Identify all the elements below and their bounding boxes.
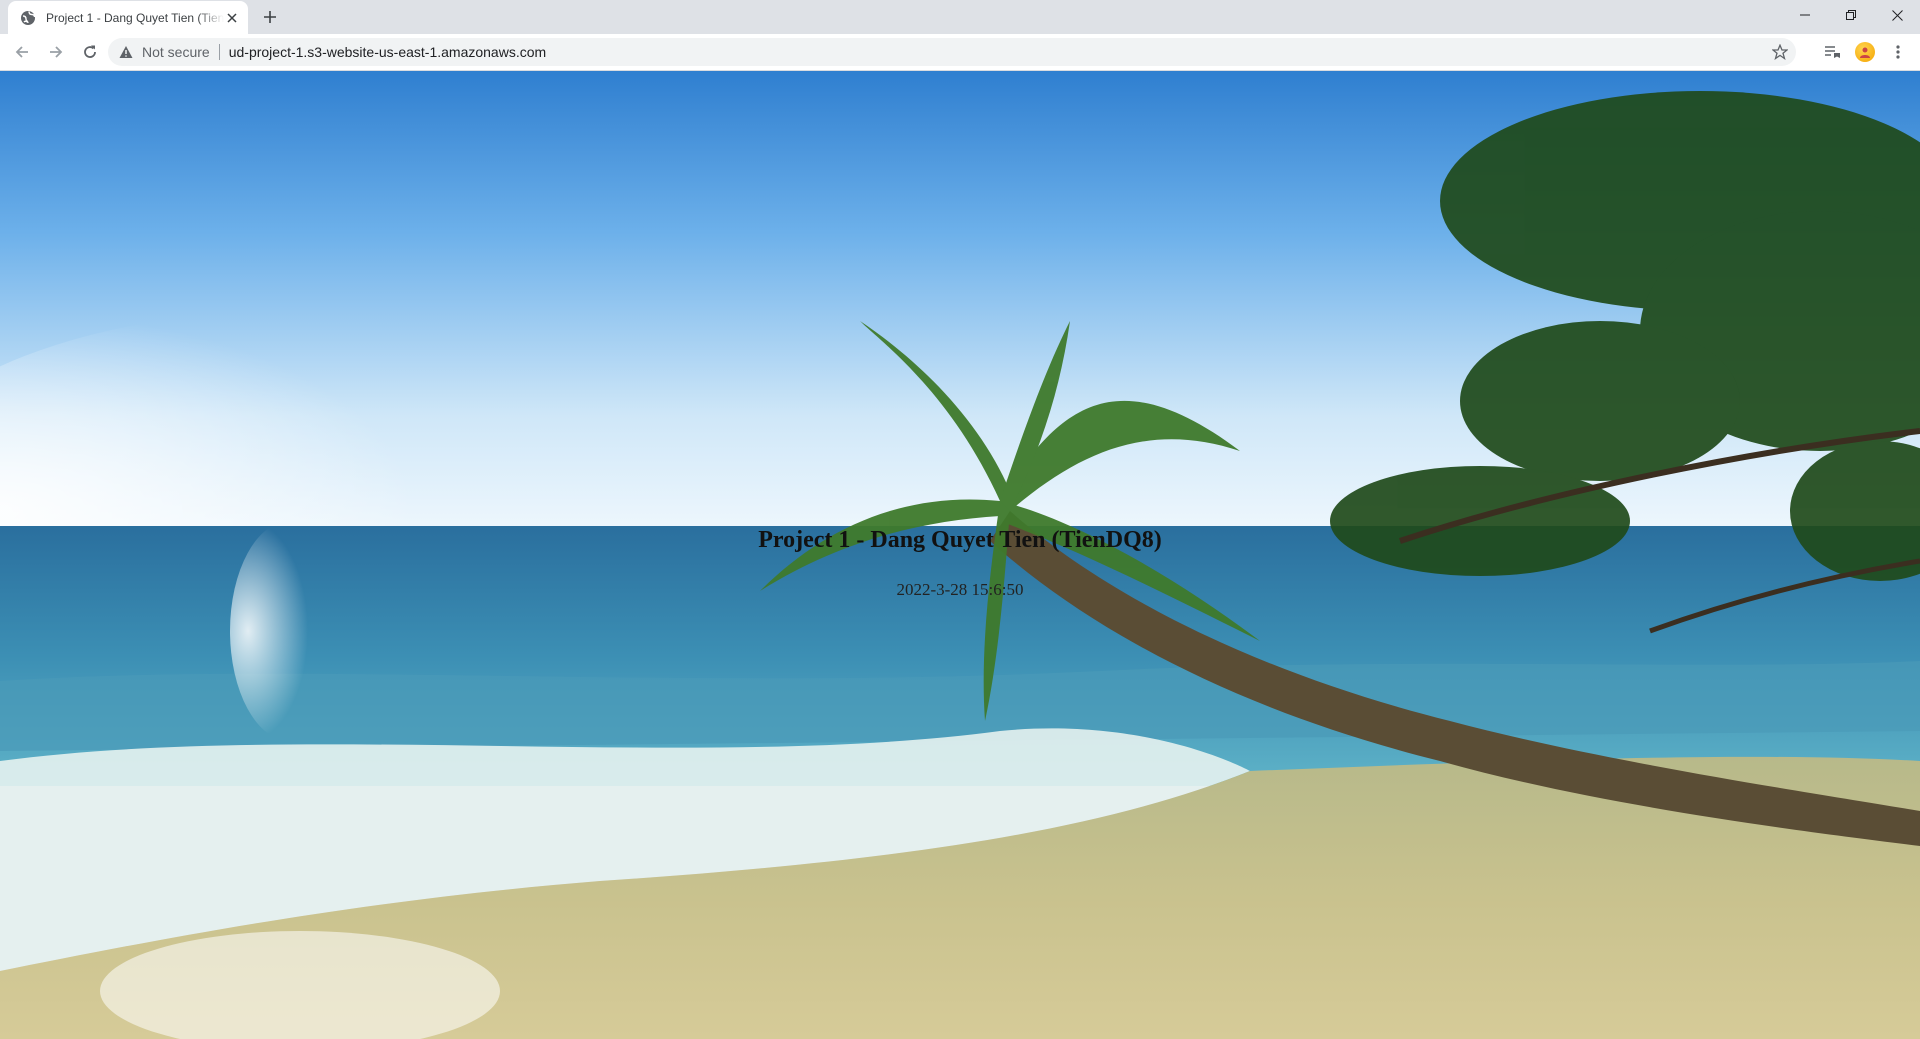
globe-icon bbox=[20, 10, 36, 26]
security-label[interactable]: Not secure bbox=[142, 44, 210, 60]
warning-icon[interactable] bbox=[118, 44, 134, 60]
tab-strip: Project 1 - Dang Quyet Tien (Tien bbox=[0, 0, 1920, 34]
page-title: Project 1 - Dang Quyet Tien (TienDQ8) bbox=[758, 527, 1162, 553]
forward-icon[interactable] bbox=[42, 38, 70, 66]
avatar bbox=[1855, 42, 1875, 62]
reading-list-icon[interactable] bbox=[1818, 38, 1846, 66]
reload-icon[interactable] bbox=[76, 38, 104, 66]
page-date: 2022-3-28 15:6:50 bbox=[896, 580, 1024, 599]
profile-icon[interactable] bbox=[1851, 38, 1879, 66]
back-icon[interactable] bbox=[8, 38, 36, 66]
star-icon[interactable] bbox=[1770, 42, 1790, 62]
url-text[interactable]: ud-project-1.s3-website-us-east-1.amazon… bbox=[229, 44, 546, 60]
minimize-icon[interactable] bbox=[1782, 0, 1828, 30]
page-viewport: Project 1 - Dang Quyet Tien (TienDQ8) 20… bbox=[0, 71, 1920, 1039]
address-bar[interactable]: Not secure ud-project-1.s3-website-us-ea… bbox=[108, 38, 1796, 66]
close-icon[interactable] bbox=[224, 10, 240, 26]
kebab-menu-icon[interactable] bbox=[1884, 38, 1912, 66]
omnibox-divider bbox=[218, 44, 220, 60]
window-controls bbox=[1782, 0, 1920, 30]
restore-icon[interactable] bbox=[1828, 0, 1874, 30]
page-content: Project 1 - Dang Quyet Tien (TienDQ8) 20… bbox=[0, 71, 1920, 1039]
browser-tab[interactable]: Project 1 - Dang Quyet Tien (Tien bbox=[8, 1, 248, 34]
tab-title: Project 1 - Dang Quyet Tien (Tien bbox=[46, 10, 224, 25]
close-window-icon[interactable] bbox=[1874, 0, 1920, 30]
plus-icon[interactable] bbox=[259, 6, 281, 28]
toolbar-right bbox=[1813, 38, 1912, 66]
browser-toolbar: Not secure ud-project-1.s3-website-us-ea… bbox=[0, 34, 1920, 71]
